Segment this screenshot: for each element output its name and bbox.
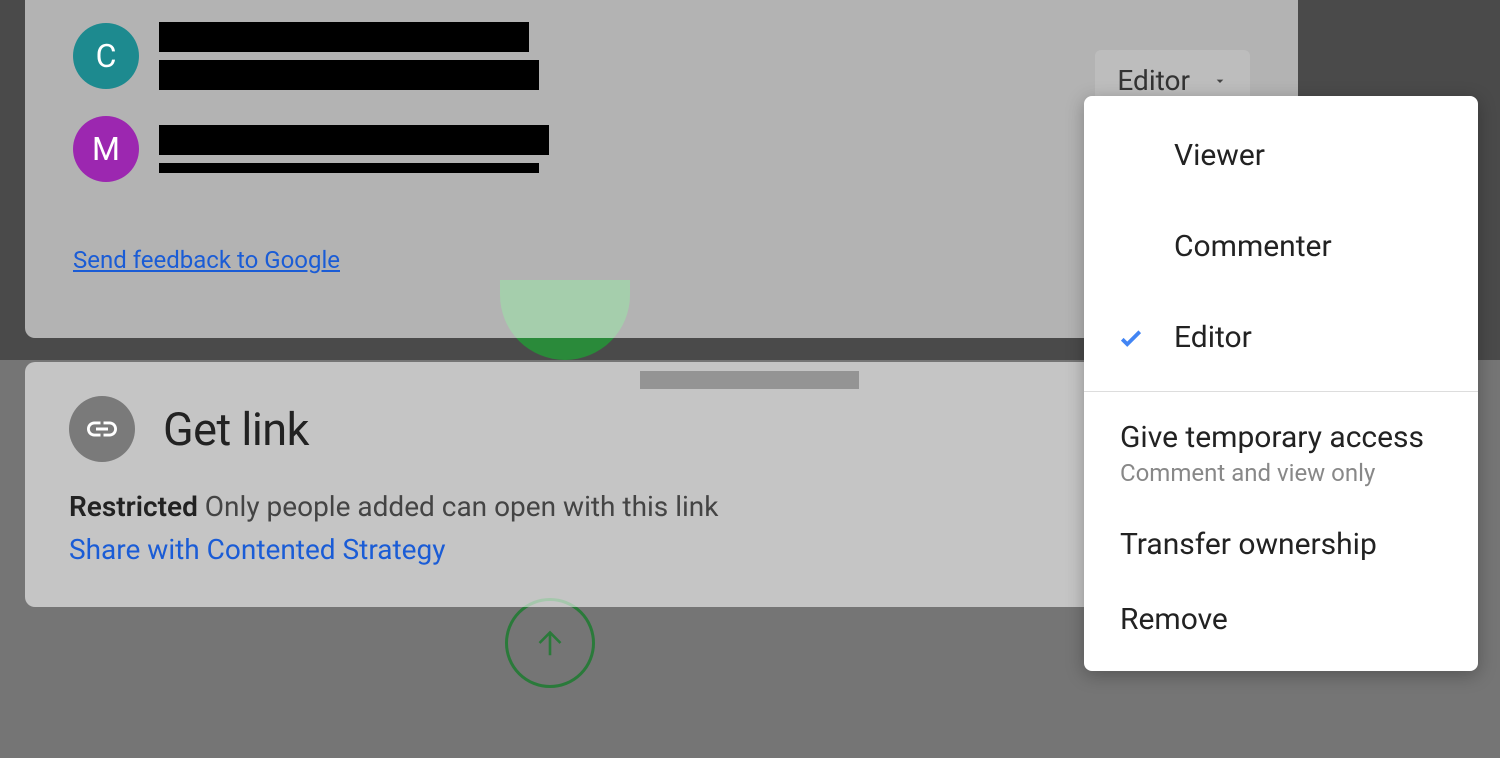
menu-item-transfer-ownership[interactable]: Transfer ownership [1084, 507, 1478, 582]
redacted-bar [159, 60, 539, 90]
menu-item-viewer[interactable]: Viewer [1084, 110, 1478, 201]
role-label: Editor [1117, 64, 1190, 97]
menu-item-subtitle: Comment and view only [1120, 459, 1442, 487]
restricted-text: Only people added can open with this lin… [205, 490, 719, 523]
upload-circle-icon [505, 598, 595, 688]
redacted-bar [159, 22, 529, 52]
redacted-bar [159, 125, 549, 155]
menu-item-label: Give temporary access [1120, 420, 1442, 455]
role-dropdown-menu: Viewer Commenter Editor Give temporary a… [1084, 96, 1478, 671]
avatar: M [73, 116, 139, 182]
menu-item-editor[interactable]: Editor [1084, 292, 1478, 383]
avatar: C [73, 23, 139, 89]
person-row[interactable]: C Editor [73, 14, 1250, 108]
get-link-title: Get link [163, 403, 309, 456]
menu-item-label: Editor [1174, 320, 1252, 355]
feedback-link[interactable]: Send feedback to Google [73, 246, 340, 274]
chevron-down-icon [1212, 73, 1228, 89]
get-link-header: Get link [69, 396, 1254, 462]
menu-item-remove[interactable]: Remove [1084, 582, 1478, 657]
check-icon [1116, 323, 1146, 353]
menu-divider [1084, 391, 1478, 392]
person-row[interactable]: M [73, 108, 1250, 200]
redacted-name-email [159, 125, 549, 173]
redacted-name-email [159, 22, 539, 90]
menu-item-temporary-access[interactable]: Give temporary access Comment and view o… [1084, 400, 1478, 507]
link-icon [69, 396, 135, 462]
redacted-bar [159, 163, 539, 173]
menu-item-commenter[interactable]: Commenter [1084, 201, 1478, 292]
restricted-label: Restricted [69, 490, 198, 523]
link-access-description: Restricted Only people added can open wi… [69, 490, 1254, 523]
share-with-org-link[interactable]: Share with Contented Strategy [69, 533, 445, 566]
